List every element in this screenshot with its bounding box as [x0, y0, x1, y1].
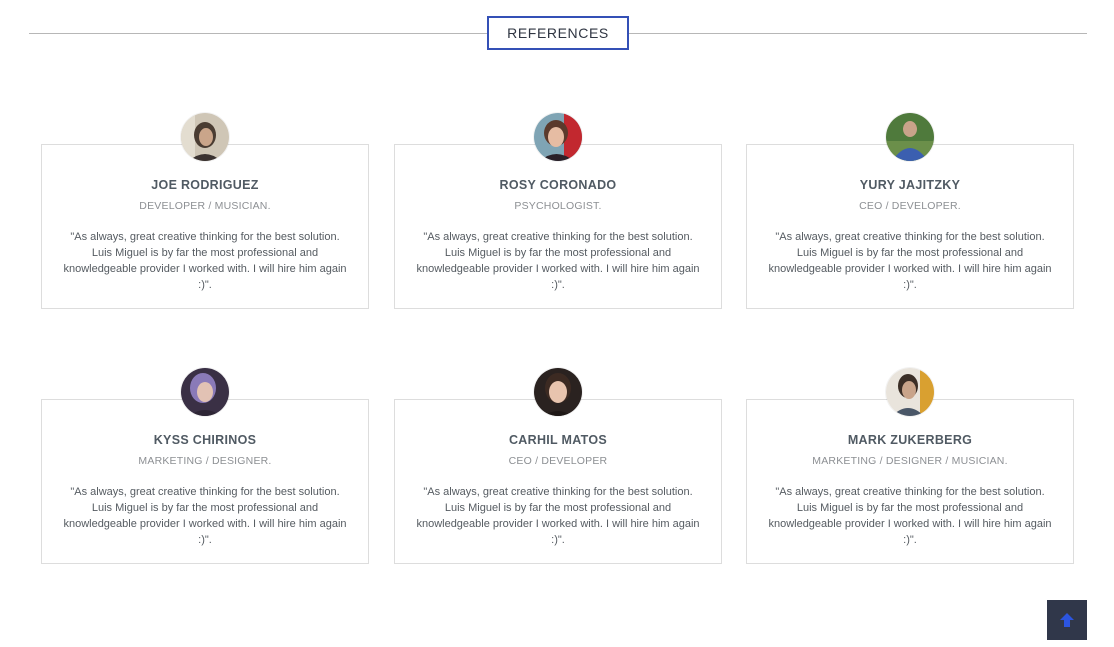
- reference-role: DEVELOPER / MUSICIAN.: [139, 200, 271, 212]
- reference-card-body: MARK ZUKERBERG MARKETING / DESIGNER / MU…: [746, 399, 1074, 564]
- reference-role: CEO / DEVELOPER: [508, 455, 608, 467]
- reference-card-body: CARHIL MATOS CEO / DEVELOPER "As always,…: [394, 399, 722, 564]
- references-section-header: REFERENCES: [29, 16, 1087, 50]
- avatar: [534, 113, 582, 161]
- reference-quote: "As always, great creative thinking for …: [768, 231, 1052, 291]
- reference-card-body: YURY JAJITZKY CEO / DEVELOPER. "As alway…: [746, 144, 1074, 309]
- reference-role: CEO / DEVELOPER.: [859, 200, 961, 212]
- avatar: [886, 113, 934, 161]
- reference-quote: "As always, great creative thinking for …: [416, 486, 700, 546]
- avatar: [534, 368, 582, 416]
- reference-name: YURY JAJITZKY: [859, 178, 961, 192]
- reference-quote: "As always, great creative thinking for …: [63, 486, 347, 546]
- reference-card-body: KYSS CHIRINOS MARKETING / DESIGNER. "As …: [41, 399, 369, 564]
- section-title: REFERENCES: [487, 16, 629, 50]
- reference-quote: "As always, great creative thinking for …: [416, 231, 700, 291]
- reference-role: PSYCHOLOGIST.: [514, 200, 602, 212]
- reference-role: MARKETING / DESIGNER.: [138, 455, 272, 467]
- avatar: [181, 113, 229, 161]
- reference-name: MARK ZUKERBERG: [847, 433, 973, 447]
- reference-card-body: JOE RODRIGUEZ DEVELOPER / MUSICIAN. "As …: [41, 144, 369, 309]
- reference-card-body: ROSY CORONADO PSYCHOLOGIST. "As always, …: [394, 144, 722, 309]
- avatar: [886, 368, 934, 416]
- reference-name: ROSY CORONADO: [499, 178, 617, 192]
- reference-role: MARKETING / DESIGNER / MUSICIAN.: [812, 455, 1008, 467]
- scroll-to-top-button[interactable]: [1047, 600, 1087, 640]
- arrow-up-icon: [1060, 613, 1074, 627]
- reference-name: JOE RODRIGUEZ: [151, 178, 259, 192]
- avatar: [181, 368, 229, 416]
- reference-name: CARHIL MATOS: [508, 433, 608, 447]
- reference-quote: "As always, great creative thinking for …: [63, 231, 347, 291]
- reference-name: KYSS CHIRINOS: [153, 433, 257, 447]
- reference-quote: "As always, great creative thinking for …: [768, 486, 1052, 546]
